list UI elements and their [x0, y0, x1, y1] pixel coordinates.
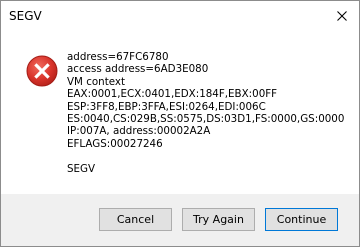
message-line-vm-context: VM context	[67, 75, 126, 88]
message-line-registers-pointer: ESP:3FF8,EBP:3FFA,ESI:0264,EDI:006C	[67, 100, 266, 113]
try-again-button[interactable]: Try Again	[182, 208, 255, 231]
continue-button[interactable]: Continue	[265, 208, 338, 231]
dialog-content: address=67FC6780 access address=6AD3E080…	[1, 31, 359, 194]
title-bar[interactable]: SEGV	[1, 1, 359, 31]
message-line-access-address: access address=6AD3E080	[67, 63, 209, 76]
message-line-address: address=67FC6780	[67, 51, 169, 63]
message-line-registers-general: EAX:0001,ECX:0401,EDX:184F,EBX:00FF	[67, 88, 278, 101]
message-line-eflags: EFLAGS:00027246	[67, 137, 163, 150]
error-message: address=67FC6780 access address=6AD3E080…	[67, 51, 353, 176]
close-button[interactable]	[331, 6, 353, 26]
message-footer-text: SEGV	[67, 163, 96, 176]
window-title: SEGV	[9, 9, 42, 23]
message-line-instruction-pointer: IP:007A, address:00002A2A	[67, 125, 211, 138]
close-icon	[337, 11, 347, 21]
error-dialog: SEGV address=67FC6780 access address=6AD…	[0, 0, 360, 247]
button-bar: Cancel Try Again Continue	[1, 194, 359, 246]
message-line-registers-segment: ES:0040,CS:029B,SS:0575,DS:03D1,FS:0000,…	[67, 113, 345, 126]
error-icon	[26, 55, 58, 87]
cancel-button[interactable]: Cancel	[99, 208, 172, 231]
